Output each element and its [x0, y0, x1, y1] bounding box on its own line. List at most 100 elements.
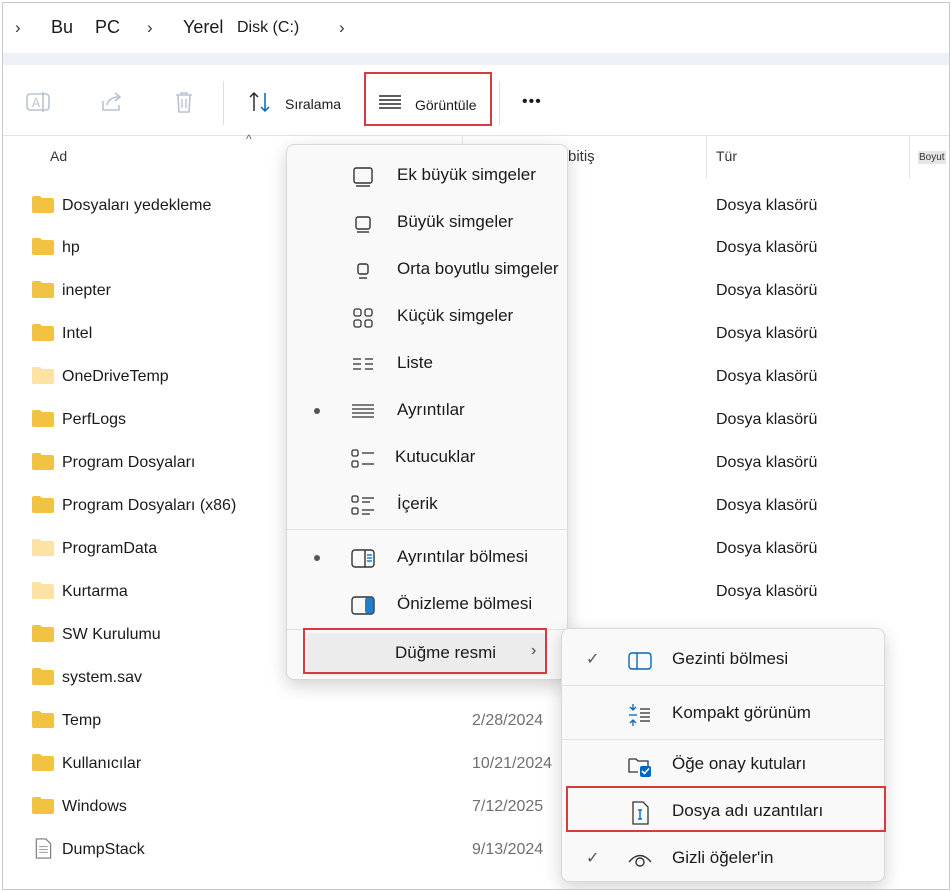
menu-separator	[562, 685, 884, 686]
breadcrumb-disk-c[interactable]: Disk (C:)	[237, 19, 299, 37]
folder-icon	[32, 625, 54, 642]
breadcrumb-pc[interactable]: PC	[95, 17, 120, 38]
document-icon	[35, 838, 52, 859]
command-bar: A Sıralama Görüntüle •••	[3, 65, 949, 136]
menu-item-preview-pane[interactable]: Önizleme bölmesi	[287, 582, 567, 628]
menu-item-label: Ayrıntılar	[397, 400, 465, 419]
menu-item-details-pane[interactable]: Ayrıntılar bölmesi	[287, 535, 567, 581]
view-details-icon[interactable]	[377, 89, 403, 115]
menu-item-details[interactable]: Ayrıntılar	[287, 388, 567, 434]
file-name: Kurtarma	[62, 583, 128, 600]
folder-icon	[32, 196, 54, 213]
column-date[interactable]: bitiş	[568, 148, 595, 165]
submenu-item-label: Gizli öğeler'in	[672, 848, 774, 867]
menu-item-medium-icons[interactable]: Orta boyutlu simgeler	[287, 247, 567, 293]
sort-button[interactable]: Sıralama	[285, 96, 341, 112]
menu-item-extra-large-icons[interactable]: Ek büyük simgeler	[287, 153, 567, 199]
chevron-right-icon[interactable]: ›	[147, 18, 153, 38]
file-name: ProgramData	[62, 540, 158, 557]
item-checkboxes-icon	[628, 758, 651, 777]
folder-icon	[32, 367, 54, 384]
menu-item-label: Küçük simgeler	[397, 306, 514, 325]
address-bar[interactable]: › Bu PC › Yerel Disk (C:) ›	[3, 3, 949, 53]
menu-item-tiles[interactable]: Kutucuklar	[287, 435, 567, 481]
submenu-item-navigation-pane[interactable]: ✓ Gezinti bölmesi	[562, 637, 884, 683]
share-icon[interactable]	[99, 89, 125, 115]
folder-icon	[32, 797, 54, 814]
breadcrumb-local[interactable]: Yerel	[183, 17, 223, 38]
small-icons-icon	[353, 308, 373, 328]
submenu-item-compact-view[interactable]: Kompakt görünüm	[562, 691, 884, 737]
sort-icon[interactable]	[247, 89, 273, 115]
details-icon	[352, 404, 374, 418]
submenu-item-hidden-items[interactable]: ✓ Gizli öğeler'in	[562, 836, 884, 882]
file-type: Dosya klasörü	[716, 239, 818, 256]
menu-item-label: Önizleme bölmesi	[397, 594, 533, 613]
folder-icon	[32, 711, 54, 728]
menu-item-small-icons[interactable]: Küçük simgeler	[287, 294, 567, 340]
file-name: SW Kurulumu	[62, 626, 161, 643]
more-options-button[interactable]: •••	[522, 93, 542, 111]
file-name: Dosyaları yedekleme	[62, 197, 212, 214]
file-type: Dosya klasörü	[716, 497, 818, 514]
navigation-pane-icon	[628, 652, 652, 670]
column-separator[interactable]	[706, 136, 707, 178]
folder-icon	[32, 453, 54, 470]
file-type: Dosya klasörü	[716, 325, 818, 342]
folder-icon	[32, 281, 54, 298]
extra-large-icons-icon	[353, 167, 373, 187]
file-type: Dosya klasörü	[716, 368, 818, 385]
file-type: Dosya klasörü	[716, 583, 818, 600]
submenu-item-item-checkboxes[interactable]: Öğe onay kutuları	[562, 742, 884, 788]
column-name[interactable]: Ad	[50, 148, 67, 164]
rename-icon[interactable]: A	[25, 89, 51, 115]
file-extensions-highlight	[566, 786, 886, 832]
menu-separator	[562, 739, 884, 740]
column-separator[interactable]	[909, 136, 910, 178]
content-icon	[351, 495, 374, 515]
file-date: 9/13/2024	[472, 841, 544, 858]
file-date: 10/21/2024	[472, 755, 553, 772]
submenu-item-label: Gezinti bölmesi	[672, 649, 789, 668]
folder-icon	[32, 238, 54, 255]
preview-pane-icon	[351, 596, 375, 615]
file-type: Dosya klasörü	[716, 411, 818, 428]
delete-icon[interactable]	[171, 89, 197, 115]
menu-separator	[287, 529, 567, 530]
file-name: Program Dosyaları	[62, 454, 196, 471]
menu-item-label: Ayrıntılar bölmesi	[397, 547, 529, 566]
menu-item-content[interactable]: İçerik	[287, 482, 567, 528]
folder-icon	[32, 582, 54, 599]
file-type: Dosya klasörü	[716, 454, 818, 471]
show-item-highlight	[303, 628, 547, 674]
checkmark-icon: ✓	[586, 850, 600, 867]
chevron-right-icon[interactable]: ›	[339, 18, 345, 38]
tiles-icon	[351, 449, 374, 468]
file-type: Dosya klasörü	[716, 197, 818, 214]
list-icon	[353, 358, 373, 370]
compact-view-icon	[629, 704, 650, 726]
breadcrumb-this[interactable]: Bu	[51, 17, 73, 38]
file-name: Intel	[62, 325, 93, 342]
menu-item-large-icons[interactable]: Büyük simgeler	[287, 200, 567, 246]
chevron-right-icon[interactable]: ›	[15, 18, 21, 38]
medium-icons-icon	[357, 263, 369, 279]
eye-icon	[628, 854, 652, 867]
view-menu: Ek büyük simgeler Büyük simgeler Orta bo…	[286, 144, 568, 680]
file-name: hp	[62, 239, 80, 256]
toolbar-separator	[223, 81, 224, 125]
file-name: Temp	[62, 712, 102, 729]
address-bar-divider	[3, 53, 949, 65]
menu-item-list[interactable]: Liste	[287, 341, 567, 387]
folder-icon	[32, 754, 54, 771]
selected-bullet-icon	[314, 408, 320, 414]
file-date: 7/12/2025	[472, 798, 544, 815]
view-button[interactable]: Görüntüle	[415, 97, 476, 113]
column-size[interactable]: Boyut	[918, 151, 946, 164]
file-type: Dosya klasörü	[716, 540, 818, 557]
folder-icon	[32, 539, 54, 556]
menu-item-label: İçerik	[397, 494, 438, 513]
file-name: PerfLogs	[62, 411, 127, 428]
column-type[interactable]: Tür	[716, 148, 737, 164]
file-name: system.sav	[62, 669, 143, 686]
